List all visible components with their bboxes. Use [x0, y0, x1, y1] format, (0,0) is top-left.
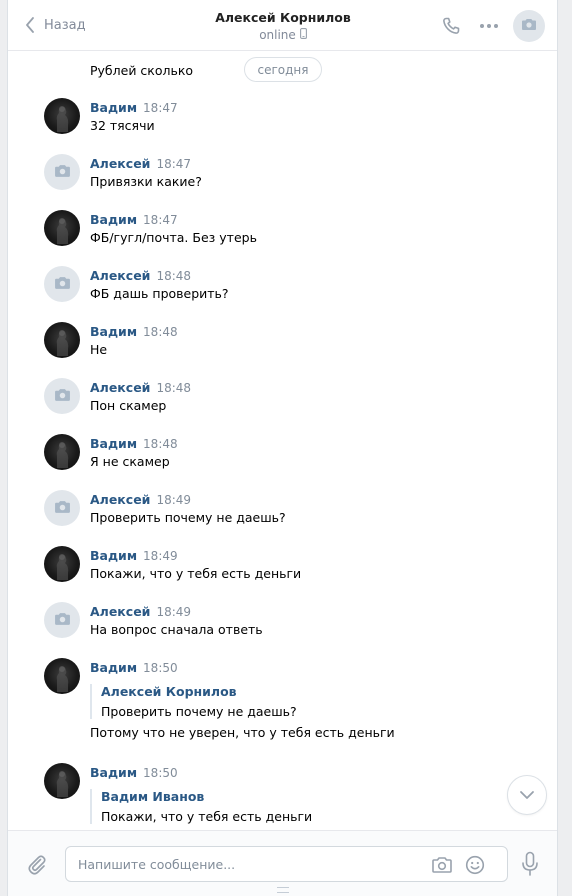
avatar[interactable]	[44, 658, 80, 694]
message-text: Я не скамер	[90, 454, 170, 469]
avatar[interactable]	[44, 490, 80, 526]
camera-icon[interactable]	[431, 854, 453, 876]
message-author[interactable]: Вадим	[90, 212, 137, 227]
message-text: Пон скамер	[90, 398, 167, 413]
camera-icon	[54, 388, 71, 405]
forwarded-text: Покажи, что у тебя есть деньги	[101, 809, 313, 824]
forwarded-text: Проверить почему не даешь?	[101, 704, 297, 719]
message-time[interactable]: 18:47	[143, 101, 178, 115]
forwarded-author[interactable]: Вадим Иванов	[101, 789, 312, 804]
message-list: Рублей сколько сегодня Вадим 18:47 32 тяс…	[8, 52, 557, 830]
header-actions	[429, 10, 545, 42]
chat-title-block[interactable]: Алексей Корнилов online	[168, 10, 398, 42]
smile-icon[interactable]	[464, 854, 486, 876]
message-time[interactable]: 18:49	[156, 605, 191, 619]
message-time[interactable]: 18:48	[156, 381, 191, 395]
scroll-down-button[interactable]	[507, 775, 547, 815]
mobile-icon	[299, 28, 307, 42]
camera-icon	[54, 500, 71, 517]
paperclip-icon[interactable]	[24, 851, 50, 877]
camera-icon	[54, 164, 71, 181]
message-header: Вадим 18:47	[90, 100, 178, 115]
contact-avatar[interactable]	[513, 10, 545, 42]
message-time[interactable]: 18:48	[143, 437, 178, 451]
chat-panel: Назад Алексей Корнилов online Рублей ско…	[7, 0, 558, 896]
message-text: 32 тясячи	[90, 118, 155, 133]
chevron-left-icon	[22, 14, 38, 36]
message-author[interactable]: Алексей	[90, 604, 150, 619]
camera-icon	[521, 18, 537, 34]
avatar[interactable]	[44, 378, 80, 414]
message-time[interactable]: 18:48	[156, 269, 191, 283]
message-time[interactable]: 18:50	[143, 661, 178, 675]
microphone-icon[interactable]	[519, 850, 541, 878]
message-author[interactable]: Вадим	[90, 660, 137, 675]
message-header: Вадим 18:47	[90, 212, 178, 227]
more-icon[interactable]	[473, 10, 505, 42]
resize-handle[interactable]	[277, 887, 289, 893]
chat-header: Назад Алексей Корнилов online	[8, 0, 557, 51]
avatar[interactable]	[44, 763, 80, 799]
message-header: Алексей 18:49	[90, 492, 191, 507]
back-button[interactable]: Назад	[22, 14, 86, 36]
message-header: Алексей 18:49	[90, 604, 191, 619]
avatar[interactable]	[44, 546, 80, 582]
camera-icon	[54, 612, 71, 629]
avatar[interactable]	[44, 210, 80, 246]
message-header: Алексей 18:48	[90, 268, 191, 283]
message-text: ФБ дашь проверить?	[90, 286, 229, 301]
date-separator: сегодня	[244, 57, 322, 82]
message-text: Потому что не уверен, что у тебя есть де…	[90, 725, 395, 740]
message-text: Привязки какие?	[90, 174, 202, 189]
message-header: Вадим 18:49	[90, 548, 178, 563]
avatar[interactable]	[44, 602, 80, 638]
message-header: Вадим 18:48	[90, 436, 178, 451]
avatar[interactable]	[44, 98, 80, 134]
message-input[interactable]	[78, 847, 418, 881]
message-composer	[8, 830, 557, 896]
message-text: ФБ/гугл/почта. Без утерь	[90, 230, 257, 245]
message-header: Алексей 18:47	[90, 156, 191, 171]
avatar[interactable]	[44, 322, 80, 358]
message-author[interactable]: Алексей	[90, 492, 150, 507]
forwarded-author[interactable]: Алексей Корнилов	[101, 684, 297, 699]
status-text: online	[259, 28, 296, 42]
camera-icon	[54, 276, 71, 293]
message-author[interactable]: Вадим	[90, 324, 137, 339]
partial-message-text: Рублей сколько	[90, 63, 194, 78]
message-author[interactable]: Алексей	[90, 156, 150, 171]
chevron-down-icon	[519, 788, 535, 803]
message-header: Алексей 18:48	[90, 380, 191, 395]
avatar[interactable]	[44, 266, 80, 302]
message-author[interactable]: Вадим	[90, 548, 137, 563]
message-author[interactable]: Вадим	[90, 765, 137, 780]
message-header: Вадим 18:48	[90, 324, 178, 339]
message-header: Вадим 18:50	[90, 660, 178, 675]
forwarded-message[interactable]: Алексей Корнилов Проверить почему не дае…	[90, 684, 297, 719]
message-text: Покажи, что у тебя есть деньги	[90, 566, 302, 581]
message-time[interactable]: 18:50	[143, 766, 178, 780]
online-status: online	[168, 28, 398, 42]
message-time[interactable]: 18:47	[156, 157, 191, 171]
avatar[interactable]	[44, 434, 80, 470]
message-time[interactable]: 18:49	[156, 493, 191, 507]
message-author[interactable]: Вадим	[90, 436, 137, 451]
message-author[interactable]: Алексей	[90, 268, 150, 283]
back-label: Назад	[44, 17, 86, 33]
phone-icon[interactable]	[435, 10, 467, 42]
chat-title: Алексей Корнилов	[215, 10, 351, 25]
forwarded-message[interactable]: Вадим Иванов Покажи, что у тебя есть ден…	[90, 789, 312, 824]
message-text: На вопрос сначала ответь	[90, 622, 263, 637]
message-input-box[interactable]	[65, 846, 508, 882]
message-author[interactable]: Алексей	[90, 380, 150, 395]
message-author[interactable]: Вадим	[90, 100, 137, 115]
message-text: Проверить почему не даешь?	[90, 510, 286, 525]
message-time[interactable]: 18:49	[143, 549, 178, 563]
message-header: Вадим 18:50	[90, 765, 178, 780]
avatar[interactable]	[44, 154, 80, 190]
message-time[interactable]: 18:48	[143, 325, 178, 339]
message-time[interactable]: 18:47	[143, 213, 178, 227]
message-text: Не	[90, 342, 108, 357]
